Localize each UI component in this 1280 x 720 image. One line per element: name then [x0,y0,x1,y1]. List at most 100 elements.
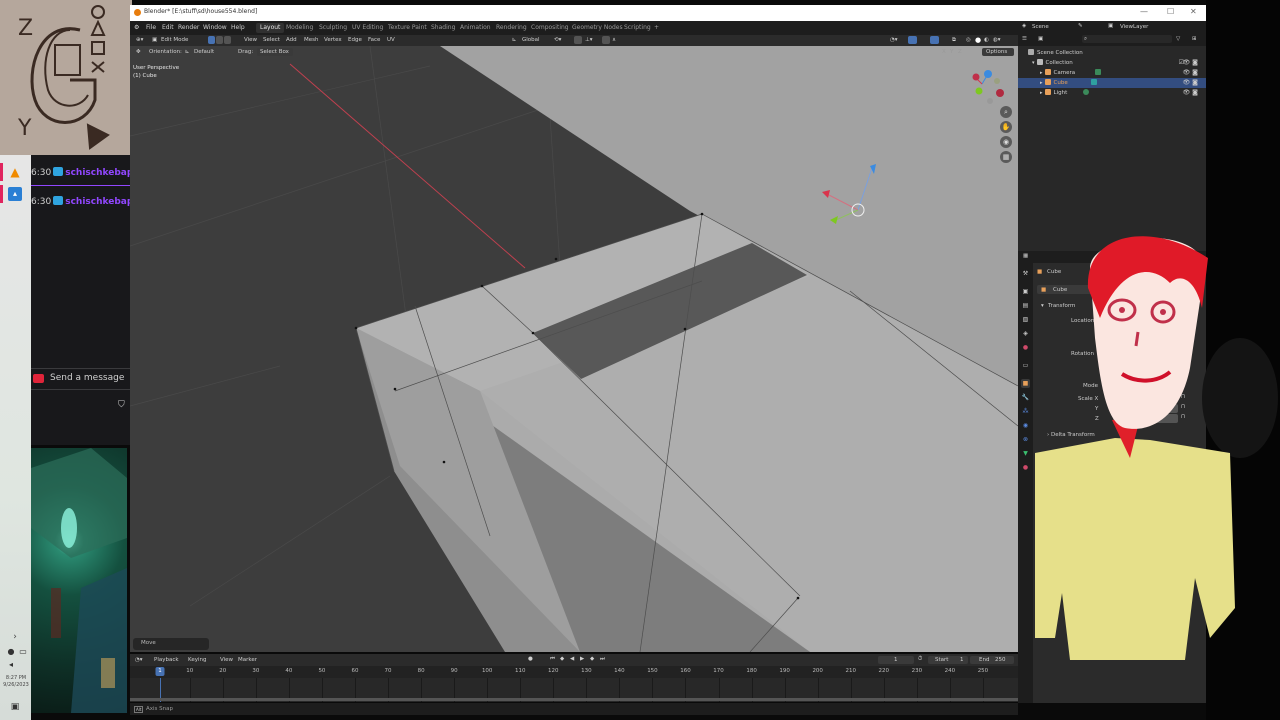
visibility-icon[interactable]: ◔▾ [890,37,898,43]
zoom-icon[interactable]: ⌕ [1000,106,1012,118]
editor-type-icon[interactable]: ◔▾ [135,657,143,663]
menu-render[interactable]: Render [178,24,199,31]
nav-neg-z-icon[interactable] [987,98,993,104]
jump-start-icon[interactable]: ⏮ [550,656,555,663]
timeline-ruler[interactable]: 1 10 20 30 40 50 60 70 80 90 100 110 120 130 140 150 160… [130,666,1018,678]
axis-x-toggle[interactable]: X [942,49,946,55]
timeline-scrollbar[interactable] [130,698,1018,701]
prev-keyframe-icon[interactable]: ◆ [560,656,564,662]
editor-type-icon[interactable]: ⊕▾ [136,37,143,43]
collection-tab-icon[interactable]: ▭ [1021,361,1030,370]
rendered-shading-icon[interactable]: ◍▾ [993,37,1001,43]
display-icon[interactable]: ▭ [16,645,30,659]
scene-tab-icon[interactable]: ◈ [1021,329,1030,338]
orientation-selector[interactable]: Default [194,49,214,55]
editor-type-icon[interactable]: ▦ [1023,253,1028,259]
play-reverse-icon[interactable]: ◀ [570,656,574,662]
jump-end-icon[interactable]: ⏭ [600,656,605,663]
mode-selector[interactable]: Edit Mode [161,37,188,43]
outliner-search-input[interactable] [1082,35,1172,43]
vertex-select-button[interactable] [208,36,215,44]
menu-help[interactable]: Help [231,24,245,31]
nav-z-axis-icon[interactable] [984,70,992,78]
record-icon[interactable]: ● [528,656,533,662]
xray-toggle-icon[interactable]: ⧉ [952,37,956,44]
nav-x-axis-icon[interactable] [972,73,980,81]
tab-shading[interactable]: Shading [427,23,459,33]
wireframe-shading-icon[interactable]: ◎ [966,37,971,43]
visibility-icons[interactable]: 👁 ◙ [1183,88,1198,98]
proportional-edit-toggle[interactable] [602,36,610,44]
material-tab-icon[interactable]: ● [1021,463,1030,472]
menu-uv[interactable]: UV [387,37,395,43]
add-workspace-button[interactable]: + [650,23,663,33]
next-keyframe-icon[interactable]: ◆ [590,656,594,662]
outliner-scene-collection[interactable]: Scene Collection [1018,48,1206,58]
object-tab-icon[interactable]: ■ [1021,379,1030,388]
nav-neg-x-icon[interactable] [996,89,1004,97]
menu-vertex[interactable]: Vertex [324,37,342,43]
outliner-collection[interactable]: ▾ Collection ☑ 👁 ◙ [1018,58,1206,68]
axis-z-toggle[interactable]: Z [958,49,962,55]
chat-input[interactable]: Send a message [31,368,130,390]
expand-icon[interactable]: ▸ [1040,90,1043,96]
overlay-toggle[interactable] [930,36,939,44]
blender-menu-icon[interactable]: ⚙ [134,24,139,31]
world-tab-icon[interactable]: ● [1021,343,1030,352]
menu-edge[interactable]: Edge [348,37,362,43]
chat-username[interactable]: schischkebap: [65,197,130,207]
photos-icon[interactable]: ▴ [8,187,22,201]
tab-sculpting[interactable]: Sculpting [315,23,351,33]
render-tab-icon[interactable]: ▣ [1021,287,1030,296]
last-operator-panel[interactable]: Move [133,638,209,650]
close-button[interactable]: ✕ [1190,7,1197,16]
filter-view-icon[interactable]: ▣ [1038,36,1043,42]
tab-texture-paint[interactable]: Texture Paint [384,23,431,33]
camera-view-icon[interactable]: ◉ [1000,136,1012,148]
tab-rendering[interactable]: Rendering [492,23,531,33]
falloff-icon[interactable]: ∧ [612,37,616,43]
physics-tab-icon[interactable]: ◉ [1021,421,1030,430]
tab-modeling[interactable]: Modeling [282,23,317,33]
menu-file[interactable]: File [146,24,156,31]
particles-tab-icon[interactable]: ⁂ [1021,407,1030,416]
visibility-icons[interactable]: 👁 ◙ [1183,58,1198,68]
visibility-icons[interactable]: 👁 ◙ [1183,68,1198,78]
menu-add[interactable]: Add [286,37,297,43]
new-collection-icon[interactable]: ⊞ [1192,36,1197,42]
tab-animation[interactable]: Animation [456,23,495,33]
menu-face[interactable]: Face [368,37,380,43]
tab-layout[interactable]: Layout [256,23,285,33]
material-shading-icon[interactable]: ◐ [984,37,989,43]
playhead-frame-indicator[interactable]: 1 [155,667,165,676]
volume-icon[interactable]: ◂ [4,658,18,672]
shield-icon[interactable]: ⛉ [118,400,125,410]
expand-icon[interactable]: ▸ [1040,70,1043,76]
3d-viewport[interactable]: User Perspective (1) Cube ⌕ ✋ ◉ ▦ Move [130,46,1018,652]
tab-compositing[interactable]: Compositing [527,23,573,33]
pivot-point-icon[interactable]: ⟲▾ [554,37,561,43]
keying-menu[interactable]: Keying [188,657,206,663]
view-layer-selector[interactable]: ViewLayer [1120,24,1148,30]
menu-view[interactable]: View [244,37,257,43]
tool-tab-icon[interactable]: ⚒ [1021,269,1030,278]
tray-clock[interactable]: 8:27 PM 9/26/2023 [2,675,30,689]
nav-y-axis-icon[interactable] [975,87,983,95]
mesh-canvas[interactable] [130,46,1018,652]
minimize-button[interactable]: — [1140,7,1148,16]
tab-geometry-nodes[interactable]: Geometry Nodes [568,23,627,33]
expand-icon[interactable]: ▾ [1032,60,1035,66]
tab-uv-editing[interactable]: UV Editing [348,23,387,33]
visibility-icons[interactable]: 👁 ◙ [1183,78,1198,88]
solid-shading-icon[interactable]: ● [975,36,981,44]
chat-username[interactable]: schischkebap: [65,168,130,178]
playback-menu[interactable]: Playback [154,657,179,663]
nav-neg-y-icon[interactable] [994,78,1000,84]
menu-window[interactable]: Window [203,24,227,31]
play-icon[interactable]: ▶ [580,656,584,662]
end-frame-field[interactable] [970,656,1014,664]
filter-icon[interactable]: ▽ [1176,36,1180,42]
tray-expand-icon[interactable]: › [8,630,22,644]
scene-selector[interactable]: Scene [1032,24,1049,30]
pan-hand-icon[interactable]: ✋ [1000,121,1012,133]
